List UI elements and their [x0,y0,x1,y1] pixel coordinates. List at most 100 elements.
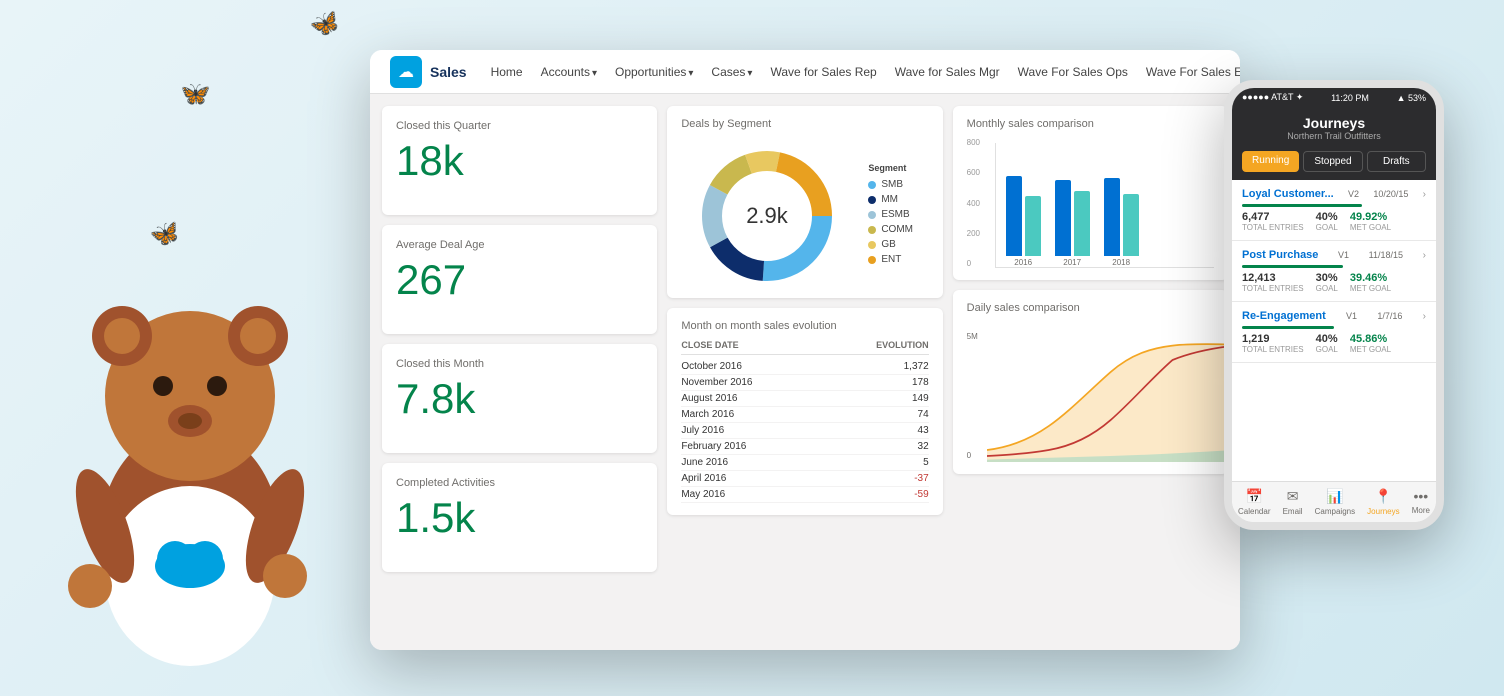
phone-bottom-nav: 📅 Calendar ✉ Email 📊 Campaigns 📍 Journey… [1232,481,1436,522]
donut-legend: Segment SMB MM ESMB [868,163,913,269]
phone-header: Journeys Northern Trail Outfitters [1232,107,1436,151]
bar-label-2016: 2016 [1014,258,1032,267]
nav-opportunities[interactable]: Opportunities▾ [607,61,701,83]
stat-label-goal-1: GOAL [1316,223,1338,232]
donut-content: 2.9k Segment SMB MM [681,138,928,286]
journey-item-1[interactable]: Loyal Customer... V2 10/20/15 › 6,477 TO… [1232,180,1436,241]
tab-running[interactable]: Running [1242,151,1299,172]
stat-value-goal-3: 40% [1316,333,1338,345]
nav-wave-sales-rep[interactable]: Wave for Sales Rep [762,61,884,83]
stat-value-met-goal-3: 45.86% [1350,333,1391,345]
stat-entries-2: 12,413 TOTAL ENTRIES [1242,272,1304,293]
journey-title-row-1: Loyal Customer... V2 10/20/15 › [1242,188,1426,200]
phone-status-bar: ●●●●● AT&T ✦ 11:20 PM ▲ 53% [1232,88,1436,107]
nav-home[interactable]: Home [483,61,531,83]
stat-entries-3: 1,219 TOTAL ENTRIES [1242,333,1304,354]
journey-item-3[interactable]: Re-Engagement V1 1/7/16 › 1,219 TOTAL EN… [1232,302,1436,363]
legend-gb: GB [868,239,913,250]
journey-progress-2 [1242,265,1343,268]
journey-date-1: 10/20/15 [1373,189,1408,199]
legend-mm: MM [868,194,913,205]
phone-tab-bar: Running Stopped Drafts [1232,151,1436,180]
cloud-icon: ☁ [398,62,414,82]
stat-met-goal-2: 39.46% MET GOAL [1350,272,1391,293]
bar-group-2018: 2018 [1104,178,1139,267]
avg-deal-age-label: Average Deal Age [396,239,643,251]
journey-title-row-3: Re-Engagement V1 1/7/16 › [1242,310,1426,322]
nav-calendar-label: Calendar [1238,507,1270,516]
table-row: March 2016 74 [681,407,928,423]
table-row: October 2016 1,372 [681,359,928,375]
daily-sales-chart: 5M 0 [967,322,1214,462]
bar-label-2018: 2018 [1112,258,1130,267]
journey-name-3: Re-Engagement [1242,310,1326,322]
bar-2017-1 [1055,180,1071,256]
dashboard-content: Closed this Quarter 18k Average Deal Age… [370,94,1240,650]
chevron-icon-2: › [1423,250,1426,261]
phone-app-title: Journeys [1242,115,1426,131]
kpi-column: Closed this Quarter 18k Average Deal Age… [382,106,657,572]
y-axis-labels: 800 600 400 200 0 [967,138,980,268]
phone-content: Loyal Customer... V2 10/20/15 › 6,477 TO… [1232,180,1436,363]
table-row: February 2016 32 [681,439,928,455]
phone-mockup: ●●●●● AT&T ✦ 11:20 PM ▲ 53% Journeys Nor… [1224,80,1444,530]
table-row-july: July 2016 43 [681,423,928,439]
stat-value-met-goal-1: 49.92% [1350,211,1391,223]
journey-date-3: 1/7/16 [1377,311,1402,321]
closed-quarter-label: Closed this Quarter [396,120,643,132]
butterfly-decoration-2: 🦋 [178,78,212,112]
journey-item-2[interactable]: Post Purchase V1 11/18/15 › 12,413 TOTAL… [1232,241,1436,302]
legend-ent: ENT [868,254,913,265]
journey-stats-2: 12,413 TOTAL ENTRIES 30% GOAL 39.46% MET… [1242,272,1426,293]
stat-goal-1: 40% GOAL [1316,211,1338,232]
journey-progress-3 [1242,326,1334,329]
status-left: ●●●●● AT&T ✦ [1242,92,1303,103]
nav-calendar[interactable]: 📅 Calendar [1238,488,1270,516]
completed-activities-label: Completed Activities [396,477,643,489]
email-icon: ✉ [1287,488,1299,505]
legend-esmb: ESMB [868,209,913,220]
nav-cases[interactable]: Cases▾ [703,61,760,83]
closed-month-value: 7.8k [396,378,643,420]
nav-wave-sales-ops[interactable]: Wave For Sales Ops [1010,61,1136,83]
tab-stopped[interactable]: Stopped [1303,151,1362,172]
monthly-sales-title: Monthly sales comparison [967,118,1214,130]
nav-more[interactable]: ••• More [1412,488,1430,516]
status-right: ▲ 53% [1397,93,1426,103]
app-launcher-icon[interactable] [378,62,382,82]
journey-version-1: V2 [1348,189,1359,199]
closed-quarter-value: 18k [396,140,643,182]
nav-accounts[interactable]: Accounts▾ [533,61,605,83]
donut-center-value: 2.9k [746,203,788,229]
nav-campaigns[interactable]: 📊 Campaigns [1315,488,1355,516]
deals-by-segment-widget: Deals by Segment 2.9k [667,106,942,298]
journey-name-2: Post Purchase [1242,249,1318,261]
nav-wave-sales-exec[interactable]: Wave For Sales Exec [1138,61,1240,83]
nav-wave-sales-mgr[interactable]: Wave for Sales Mgr [887,61,1008,83]
nav-email[interactable]: ✉ Email [1283,488,1303,516]
nav-journeys[interactable]: 📍 Journeys [1367,488,1399,516]
legend-header: Segment [868,163,913,173]
bar-2018-2 [1123,194,1139,256]
donut-chart: 2.9k [697,146,837,286]
stat-goal-2: 30% GOAL [1316,272,1338,293]
app-name: Sales [430,64,467,80]
tab-drafts[interactable]: Drafts [1367,151,1426,172]
stat-label-met-goal-3: MET GOAL [1350,345,1391,354]
table-row: June 2016 5 [681,455,928,471]
table-row: April 2016 -37 [681,471,928,487]
avg-deal-age-widget: Average Deal Age 267 [382,225,657,334]
daily-sales-widget: Daily sales comparison 5M 0 [953,290,1228,474]
butterfly-decoration-3: 🦋 [147,217,183,253]
stat-value-met-goal-2: 39.46% [1350,272,1391,284]
nav-campaigns-label: Campaigns [1315,507,1355,516]
nav-items: Home Accounts▾ Opportunities▾ Cases▾ Wav… [483,60,1240,84]
journey-progress-1 [1242,204,1362,207]
stat-label-entries-1: TOTAL ENTRIES [1242,223,1304,232]
nav-more-label: More [1412,506,1430,515]
table-widget: Month on month sales evolution CLOSE DAT… [667,308,942,515]
bar-2016-1 [1006,176,1022,256]
col-close-date: CLOSE DATE [681,340,738,350]
journey-version-2: V1 [1338,250,1349,260]
stat-label-entries-3: TOTAL ENTRIES [1242,345,1304,354]
